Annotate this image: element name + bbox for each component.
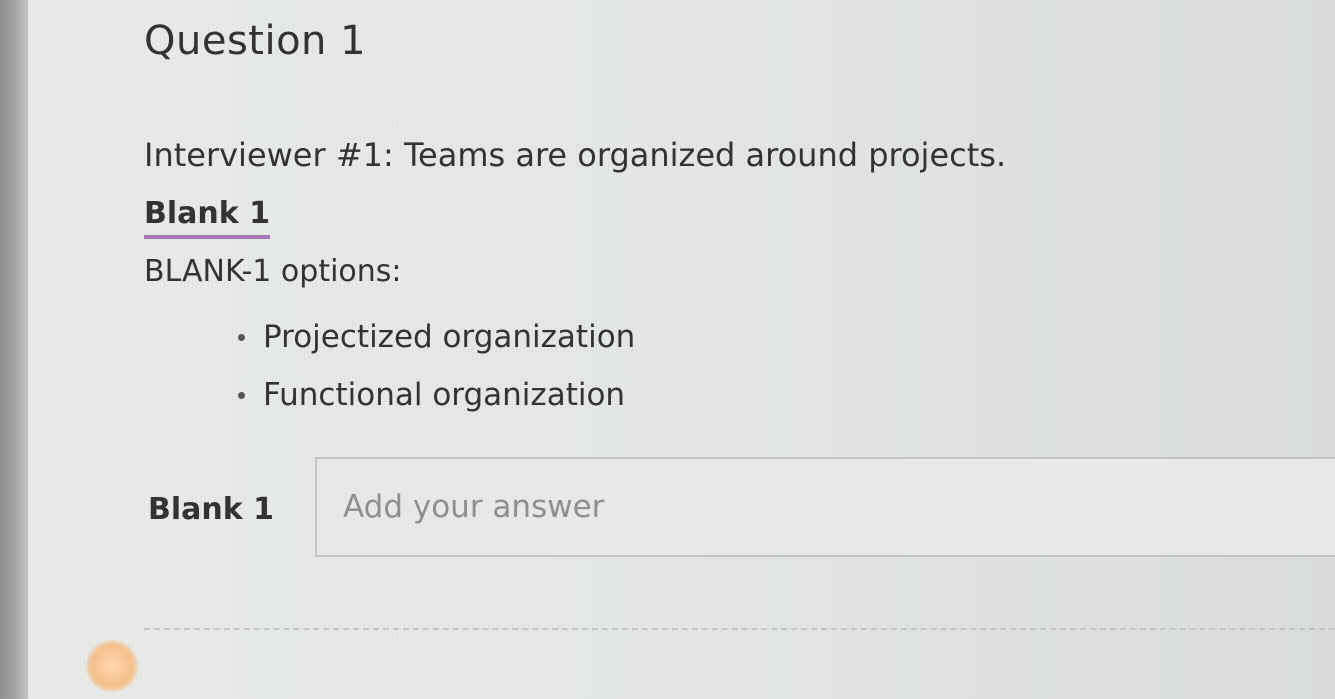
option-label: Functional organization (263, 377, 626, 413)
option-item: Functional organization (238, 366, 635, 424)
bullet-icon (238, 333, 245, 341)
bullet-icon (238, 391, 245, 399)
blank-1-tab[interactable]: Blank 1 (144, 196, 271, 239)
screen-bezel (0, 0, 28, 699)
options-heading: BLANK-1 options: (144, 254, 402, 289)
option-item: Projectized organization (238, 308, 635, 366)
options-list: Projectized organization Functional orga… (238, 308, 635, 424)
question-prompt: Interviewer #1: Teams are organized arou… (144, 136, 1007, 174)
question-title: Question 1 (144, 18, 367, 64)
answer-input[interactable] (315, 457, 1335, 557)
answer-label: Blank 1 (148, 492, 275, 527)
light-glare (86, 640, 138, 692)
option-label: Projectized organization (263, 319, 636, 355)
section-divider (144, 628, 1335, 630)
question-page: Question 1 Interviewer #1: Teams are org… (28, 0, 1335, 699)
